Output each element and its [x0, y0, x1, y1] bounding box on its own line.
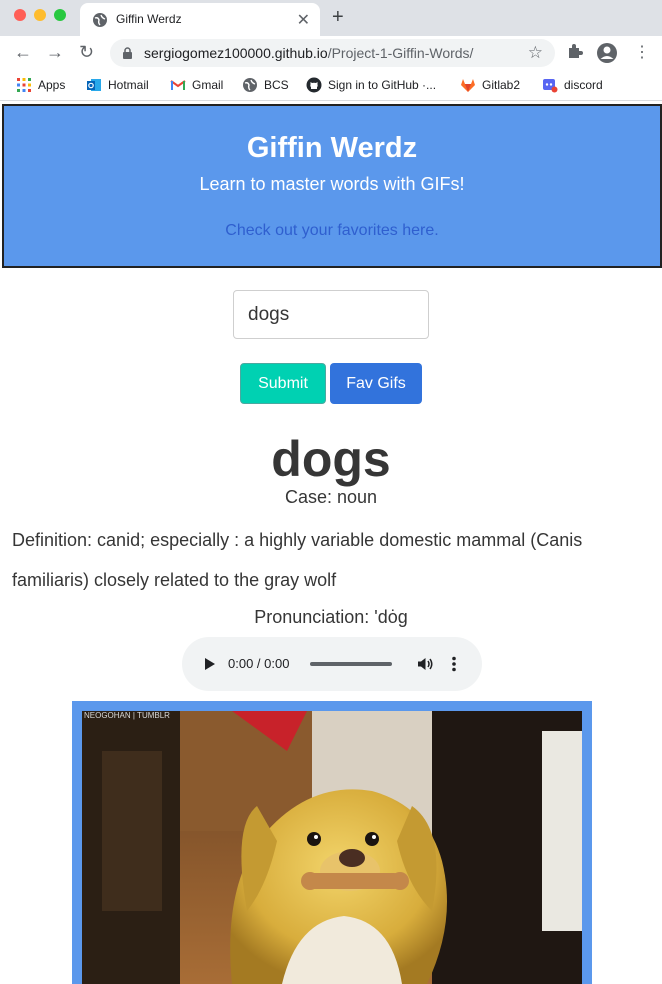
bookmark-star-icon[interactable]: ☆ [528, 43, 543, 63]
audio-time: 0:00 / 0:00 [228, 656, 290, 671]
page-title: Giffin Werdz [246, 132, 418, 164]
bookmark-label: Sign in to GitHub ·... [328, 78, 437, 92]
fav-gifs-button[interactable]: Fav Gifs [330, 363, 422, 404]
url-path: /Project-1-Giffin-Words/ [327, 45, 474, 61]
browser-tab[interactable]: Giffin Werdz ✕ [80, 3, 320, 36]
bookmarks-bar: Apps Hotmail Gmail BCS Sign in to GitHub… [0, 70, 662, 101]
bookmark-label: BCS [264, 78, 289, 92]
result-definition: Definition: canid; especially : a highly… [12, 530, 583, 590]
new-tab-icon[interactable]: + [332, 6, 344, 29]
address-bar[interactable]: sergiogomez100000.github.io/Project-1-Gi… [110, 39, 555, 67]
github-icon [306, 77, 322, 93]
volume-icon[interactable] [416, 655, 434, 673]
more-options-icon[interactable] [450, 655, 458, 673]
extensions-puzzle-icon[interactable] [566, 42, 584, 60]
result-word: dogs [271, 431, 391, 487]
close-window-button[interactable] [14, 9, 26, 21]
tab-title: Giffin Werdz [116, 12, 182, 26]
audio-player: 0:00 / 0:00 [182, 637, 482, 691]
result-case: Case: noun [284, 487, 378, 507]
url-host: sergiogomez100000.github.io [144, 45, 328, 61]
globe-icon [243, 78, 257, 92]
bookmark-bcs[interactable]: BCS [242, 77, 289, 93]
url-text: sergiogomez100000.github.io/Project-1-Gi… [144, 45, 473, 61]
globe-icon [93, 13, 107, 27]
outlook-icon [87, 79, 101, 91]
bookmark-gmail[interactable]: Gmail [170, 77, 223, 93]
profile-avatar-icon[interactable] [596, 42, 618, 64]
forward-icon[interactable]: → [46, 42, 64, 63]
submit-button[interactable]: Submit [240, 363, 326, 404]
zoom-window-button[interactable] [54, 9, 66, 21]
bookmark-label: Gitlab2 [482, 78, 521, 92]
gmail-icon [170, 80, 186, 90]
close-tab-icon[interactable]: ✕ [297, 10, 310, 30]
bookmark-label: discord [564, 78, 603, 92]
back-icon[interactable]: ← [14, 42, 32, 63]
gitlab-icon [461, 79, 475, 92]
result-pronunciation: Pronunciation: 'dȯg [254, 607, 408, 627]
favorites-link[interactable]: Check out your favorites here. [4, 222, 660, 240]
bookmark-apps[interactable]: Apps [16, 77, 65, 93]
minimize-window-button[interactable] [34, 9, 46, 21]
discord-icon [543, 79, 558, 93]
more-menu-icon[interactable]: ⋮ [634, 42, 650, 62]
reload-icon[interactable]: ↻ [79, 42, 94, 63]
lock-icon [123, 47, 132, 59]
play-icon[interactable] [204, 657, 216, 671]
gif-watermark: NEOGOHAN | TUMBLR [84, 711, 170, 720]
browser-tab-bar: Giffin Werdz ✕ + [0, 0, 662, 36]
apps-grid-icon [17, 78, 31, 92]
browser-toolbar: ← → ↻ sergiogomez100000.github.io/Projec… [0, 36, 662, 70]
bookmark-github[interactable]: Sign in to GitHub ·... [306, 77, 436, 93]
hero-banner: Giffin Werdz Learn to master words with … [2, 104, 662, 268]
bookmark-gitlab[interactable]: Gitlab2 [460, 77, 520, 93]
bookmark-discord[interactable]: discord [542, 77, 603, 93]
gif-frame: NEOGOHAN | TUMBLR [72, 701, 592, 984]
bookmark-hotmail[interactable]: Hotmail [86, 77, 149, 93]
search-input[interactable] [233, 290, 429, 339]
window-controls [14, 9, 66, 21]
dog-gif-image[interactable]: NEOGOHAN | TUMBLR [82, 711, 582, 984]
dog-illustration [82, 711, 582, 984]
bookmark-label: Apps [38, 78, 66, 92]
page-subtitle: Learn to master words with GIFs! [199, 174, 465, 194]
audio-progress-slider[interactable] [310, 662, 392, 666]
bookmark-label: Hotmail [108, 78, 149, 92]
bookmark-label: Gmail [192, 78, 224, 92]
